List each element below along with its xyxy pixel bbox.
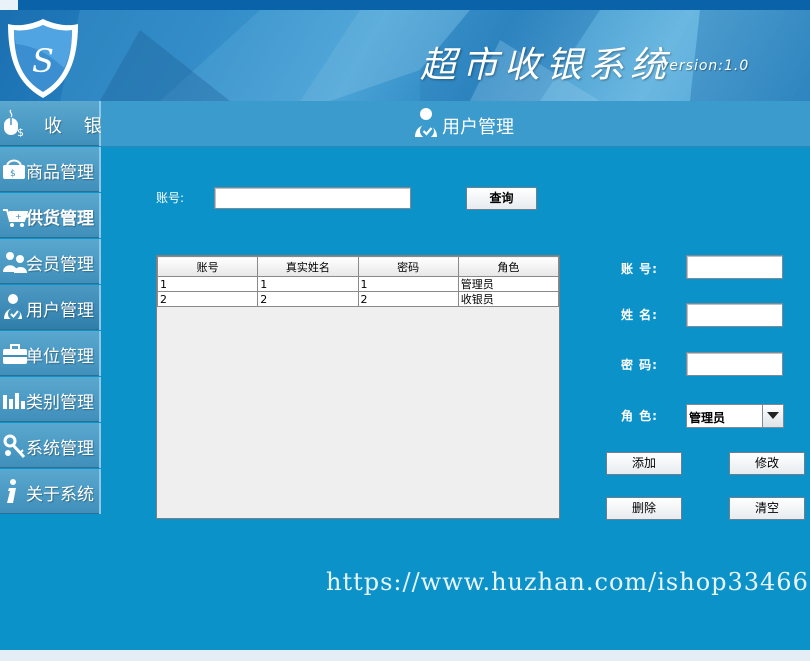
- page-header: 用户管理: [101, 101, 810, 147]
- svg-text:+: +: [15, 212, 22, 221]
- svg-text:$: $: [17, 126, 24, 137]
- sidebar-item-label: 系统管理: [26, 439, 94, 459]
- sidebar-item-label: 收 银: [44, 116, 110, 137]
- column-header-password[interactable]: 密码: [357, 256, 459, 277]
- svg-text:$: $: [10, 169, 16, 179]
- account-field[interactable]: [686, 255, 783, 279]
- table-cell: 收银员: [457, 291, 560, 307]
- sidebar-item-label: 商品管理: [26, 163, 94, 183]
- cashier-mouse-icon: $: [4, 109, 24, 137]
- sidebar-item-label: 供货管理: [26, 209, 94, 229]
- user-check-icon: [4, 294, 22, 320]
- sidebar-item-goods[interactable]: $ 商品管理: [0, 147, 101, 192]
- members-icon: [3, 252, 27, 273]
- name-label: 姓 名:: [621, 308, 658, 322]
- sidebar-item-categories[interactable]: 类别管理: [0, 377, 101, 422]
- window-corner: [0, 0, 18, 10]
- column-header-role[interactable]: 角色: [457, 256, 560, 277]
- sidebar: $ 收 银 $ 商品管理 + 供货管理 会员管理 用户管理 单位管理 类别管理 …: [0, 101, 102, 515]
- user-table: 账号 真实姓名 密码 角色 1 1 1 管理员 2 2 2 收银员: [156, 255, 560, 519]
- clear-button[interactable]: 清空: [729, 497, 805, 520]
- table-row[interactable]: 1 1 1 管理员: [156, 276, 560, 292]
- table-cell: 1: [357, 276, 459, 292]
- password-label: 密 码:: [621, 358, 658, 372]
- sidebar-item-label: 会员管理: [26, 255, 94, 275]
- user-check-icon: [415, 108, 437, 138]
- query-button[interactable]: 查询: [466, 187, 537, 210]
- sidebar-item-cashier[interactable]: $ 收 银: [0, 101, 102, 146]
- keys-icon: [3, 434, 26, 459]
- briefcase-icon: [3, 344, 27, 364]
- sidebar-item-label: 用户管理: [26, 301, 94, 321]
- name-field[interactable]: [686, 303, 783, 327]
- sidebar-item-label: 类别管理: [26, 393, 94, 413]
- table-cell: 2: [156, 291, 259, 307]
- sidebar-item-users[interactable]: 用户管理: [0, 285, 101, 330]
- bar-chart-icon: [3, 393, 25, 409]
- table-cell: 2: [257, 291, 359, 307]
- sidebar-item-supply[interactable]: + 供货管理: [0, 193, 101, 238]
- banner-background-pattern: [60, 10, 810, 101]
- delete-button[interactable]: 删除: [606, 497, 682, 520]
- dropdown-arrow[interactable]: [762, 405, 783, 427]
- column-header-real-name[interactable]: 真实姓名: [257, 256, 359, 277]
- app-title: 超市收银系统: [420, 45, 673, 86]
- sidebar-item-label: 单位管理: [26, 347, 94, 367]
- shield-logo-icon: S: [8, 19, 78, 98]
- logo-letter: S: [32, 42, 54, 80]
- bottom-bar: [0, 650, 810, 661]
- search-account-input[interactable]: [214, 187, 411, 209]
- chevron-down-icon: [767, 412, 779, 419]
- sidebar-item-label: 关于系统: [26, 485, 94, 505]
- table-row[interactable]: 2 2 2 收银员: [156, 291, 560, 307]
- table-cell: 1: [257, 276, 359, 292]
- role-select-value: 管理员: [689, 411, 726, 425]
- money-icon: $: [3, 159, 25, 179]
- sidebar-item-members[interactable]: 会员管理: [0, 239, 101, 284]
- search-account-label: 账号:: [156, 191, 185, 205]
- role-select[interactable]: 管理员: [686, 404, 784, 428]
- sidebar-item-system[interactable]: 系统管理: [0, 423, 101, 468]
- window-top-strip: [0, 0, 810, 10]
- page-title: 用户管理: [442, 117, 514, 138]
- watermark-text: https://www.huzhan.com/ishop33466: [326, 568, 809, 596]
- app-banner: S 超市收银系统 version:1.0: [0, 10, 810, 101]
- add-button[interactable]: 添加: [606, 452, 682, 475]
- table-header-row: 账号 真实姓名 密码 角色: [156, 256, 560, 277]
- app-version: version:1.0: [660, 58, 750, 74]
- table-cell: 管理员: [457, 276, 560, 292]
- info-icon: [7, 479, 16, 503]
- account-label: 账 号:: [621, 262, 658, 276]
- table-cell: 1: [156, 276, 259, 292]
- sidebar-item-about[interactable]: 关于系统: [0, 469, 101, 514]
- password-field[interactable]: [686, 352, 783, 376]
- table-cell: 2: [357, 291, 459, 307]
- edit-button[interactable]: 修改: [729, 452, 805, 475]
- sidebar-item-units[interactable]: 单位管理: [0, 331, 101, 376]
- cart-icon: +: [3, 209, 28, 227]
- column-header-account[interactable]: 账号: [156, 256, 259, 277]
- role-label: 角 色:: [621, 409, 658, 423]
